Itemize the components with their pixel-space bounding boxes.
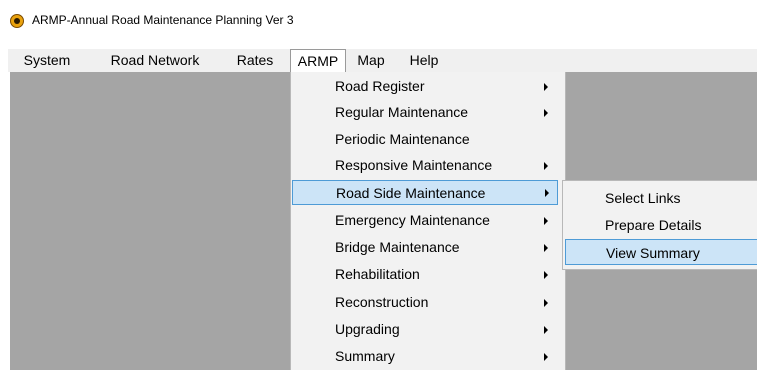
- submenu-arrow-icon: [544, 162, 548, 170]
- menu-item-label: Bridge Maintenance: [335, 239, 460, 255]
- window-title: ARMP-Annual Road Maintenance Planning Ve…: [32, 13, 294, 27]
- submenu-item-select-links[interactable]: Select Links: [563, 185, 757, 211]
- menu-system[interactable]: System: [8, 49, 86, 72]
- submenu-item-label: View Summary: [606, 245, 700, 261]
- menu-item-label: Regular Maintenance: [335, 104, 469, 120]
- menu-road-network[interactable]: Road Network: [94, 49, 216, 72]
- title-bar: ARMP-Annual Road Maintenance Planning Ve…: [0, 0, 757, 44]
- submenu-arrow-icon: [544, 244, 548, 252]
- menu-item-road-side-maintenance[interactable]: Road Side Maintenance: [292, 180, 558, 205]
- submenu-arrow-icon: [544, 217, 548, 225]
- menu-item-label: Responsive Maintenance: [335, 157, 493, 173]
- submenu-arrow-icon: [544, 326, 548, 334]
- armp-dropdown-menu: Road Register Regular Maintenance Period…: [290, 72, 566, 370]
- road-sign-icon: [10, 14, 24, 28]
- menu-item-road-register[interactable]: Road Register: [291, 74, 565, 99]
- submenu-arrow-icon: [544, 109, 548, 117]
- menu-item-label: Summary: [335, 348, 395, 364]
- menu-item-label: Rehabilitation: [335, 266, 420, 282]
- submenu-arrow-icon: [544, 353, 548, 361]
- menu-item-reconstruction[interactable]: Reconstruction: [291, 290, 565, 315]
- submenu-item-label: Prepare Details: [605, 217, 702, 233]
- menu-bar: System Road Network Rates ARMP Map Help: [8, 49, 757, 72]
- menu-item-responsive-maintenance[interactable]: Responsive Maintenance: [291, 153, 565, 178]
- submenu-arrow-icon: [544, 271, 548, 279]
- submenu-item-prepare-details[interactable]: Prepare Details: [563, 212, 757, 238]
- menu-item-upgrading[interactable]: Upgrading: [291, 317, 565, 342]
- menu-armp[interactable]: ARMP: [290, 49, 346, 72]
- menu-item-summary[interactable]: Summary: [291, 344, 565, 369]
- menu-item-bridge-maintenance[interactable]: Bridge Maintenance: [291, 235, 565, 260]
- submenu-item-view-summary[interactable]: View Summary: [565, 239, 757, 265]
- client-left-edge: [8, 72, 10, 370]
- menu-item-rehabilitation[interactable]: Rehabilitation: [291, 262, 565, 287]
- menu-rates[interactable]: Rates: [222, 49, 288, 72]
- menu-item-label: Periodic Maintenance: [335, 131, 470, 147]
- menu-item-label: Upgrading: [335, 321, 400, 337]
- menu-item-label: Reconstruction: [335, 294, 429, 310]
- menu-map[interactable]: Map: [348, 49, 394, 72]
- menu-item-regular-maintenance[interactable]: Regular Maintenance: [291, 100, 565, 125]
- menu-help[interactable]: Help: [398, 49, 450, 72]
- menu-item-emergency-maintenance[interactable]: Emergency Maintenance: [291, 208, 565, 233]
- submenu-item-label: Select Links: [605, 190, 681, 206]
- submenu-arrow-icon: [544, 299, 548, 307]
- submenu-arrow-icon: [544, 83, 548, 91]
- road-side-submenu: Select Links Prepare Details View Summar…: [562, 180, 757, 270]
- submenu-arrow-icon: [545, 189, 549, 197]
- menu-item-label: Road Side Maintenance: [336, 185, 486, 201]
- menu-item-label: Emergency Maintenance: [335, 212, 490, 228]
- menu-item-periodic-maintenance[interactable]: Periodic Maintenance: [291, 127, 565, 152]
- menu-item-label: Road Register: [335, 78, 425, 94]
